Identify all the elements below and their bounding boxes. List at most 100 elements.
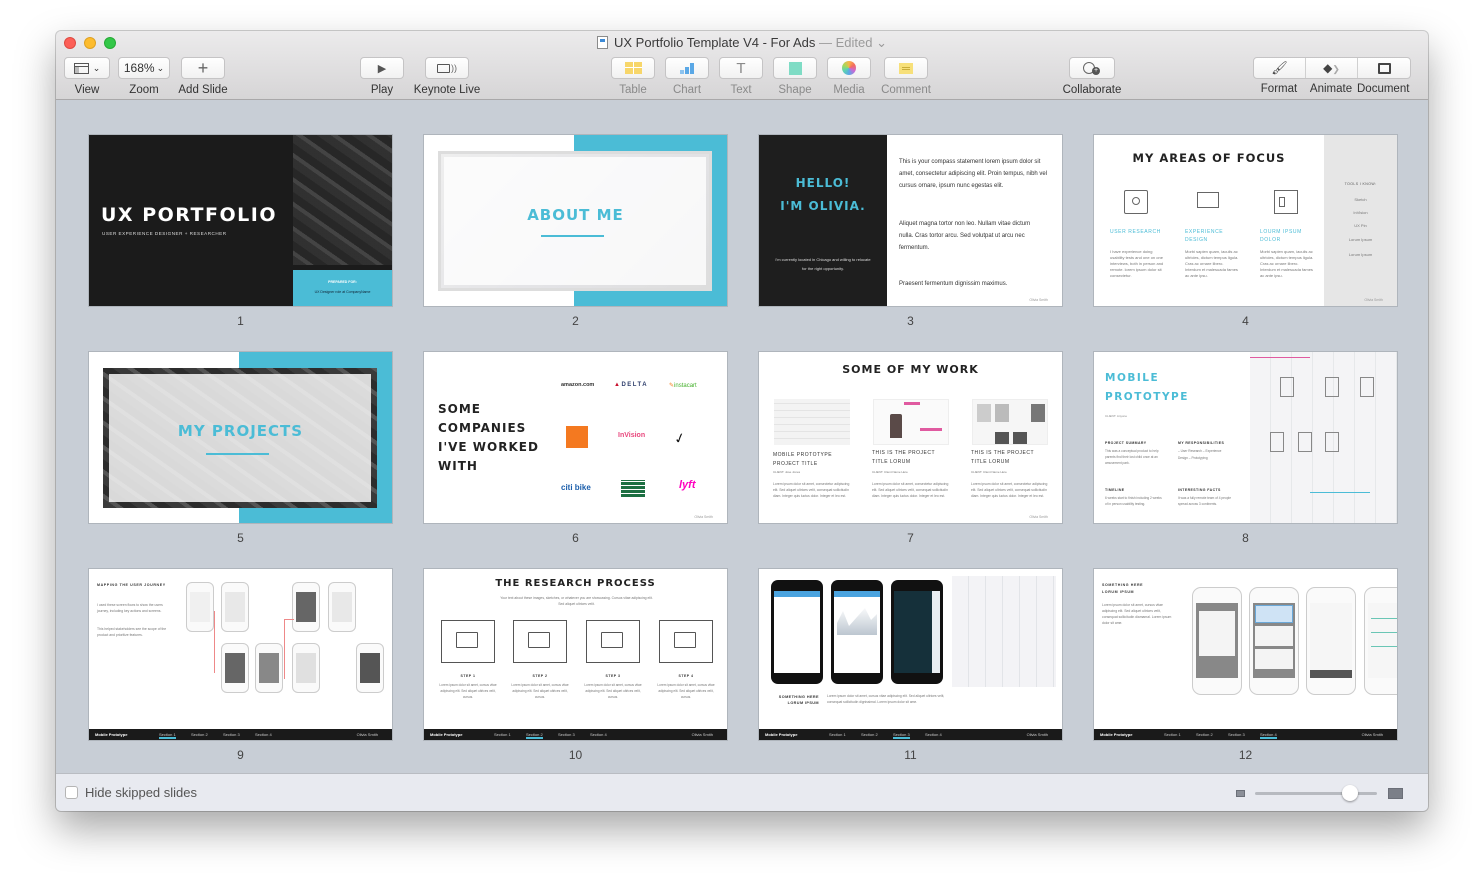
logo-nike: ✓ (671, 428, 688, 448)
slide-thumbnail-3[interactable]: HELLO! I'M OLIVIA. I'm currently located… (759, 135, 1064, 328)
bar-title: Mobile Prototype (95, 732, 128, 737)
table-tool[interactable]: Table (611, 57, 655, 96)
heading-line: LORUM IPSUM (1102, 590, 1135, 594)
add-slide-button[interactable]: + (181, 57, 225, 79)
flow-connector (214, 611, 215, 673)
large-thumbnail-icon[interactable] (1388, 788, 1403, 799)
text-tool[interactable]: T Text (719, 57, 763, 96)
keynote-live-tool[interactable]: )) Keynote Live (412, 57, 482, 96)
slide-9[interactable]: MAPPING THE USER JOURNEY I used these sc… (89, 569, 392, 740)
view-tool[interactable]: ⌄ View (64, 57, 110, 96)
collaborate-tool[interactable]: + Collaborate (1062, 57, 1122, 96)
slide-4[interactable]: MY AREAS OF FOCUS USER RESEARCH EXPERIEN… (1094, 135, 1397, 306)
slide-number: 12 (1238, 748, 1253, 762)
slide-3[interactable]: HELLO! I'M OLIVIA. I'm currently located… (759, 135, 1062, 306)
project-client: CLIENT: Jose Jones (773, 470, 801, 474)
add-slide-tool[interactable]: + Add Slide (178, 57, 228, 96)
slide-6[interactable]: SOME COMPANIES I'VE WORKED WITH amazon.c… (424, 352, 727, 523)
collaborate-button[interactable]: + (1069, 57, 1115, 79)
hide-skipped-label[interactable]: Hide skipped slides (85, 785, 197, 800)
slide-8[interactable]: MOBILE PROTOTYPE CLIENT: Anyone PROJECT … (1094, 352, 1397, 523)
logo-amazon: amazon.com (561, 382, 595, 388)
wireframe-phone (221, 582, 249, 632)
edited-label: — Edited (818, 35, 873, 50)
small-thumbnail-icon[interactable] (1236, 790, 1245, 797)
comment-label: Comment (881, 84, 931, 96)
title-underline (541, 235, 604, 237)
slide-title: MY AREAS OF FOCUS (1132, 151, 1286, 165)
slide-2[interactable]: ABOUT ME (424, 135, 727, 306)
logo-instacart: ✎instacart (669, 383, 697, 389)
heading-line: COMPANIES (438, 421, 527, 435)
slide-thumbnail-11[interactable]: SOMETHING HERE LORUM IPSUM Lorem ipsum d… (759, 569, 1064, 762)
media-tool[interactable]: Media (827, 57, 871, 96)
section-heading: INTERESTING FACTS (1178, 488, 1221, 492)
comment-button[interactable] (884, 57, 928, 79)
view-button[interactable]: ⌄ (64, 57, 110, 79)
tool-item: Lorum Ipsum (1348, 237, 1373, 242)
tool-item: InVision (1353, 210, 1368, 215)
flow-connector (284, 619, 285, 679)
text-button[interactable]: T (719, 57, 763, 79)
step-icon-box (659, 620, 713, 663)
slide-thumbnail-2[interactable]: ABOUT ME 2 (424, 135, 729, 328)
media-button[interactable] (827, 57, 871, 79)
slide-1[interactable]: UX PORTFOLIO USER EXPERIENCE DESIGNER + … (89, 135, 392, 306)
shape-tool[interactable]: Shape (773, 57, 817, 96)
slider-knob[interactable] (1342, 785, 1359, 801)
slide-thumbnail-7[interactable]: SOME OF MY WORK MOBILE PROTOTYPE PROJECT… (759, 352, 1064, 545)
body-paragraph: Lorem ipsum dolor sit amet, cursus vitae… (1102, 603, 1172, 625)
zoom-dropdown[interactable]: 168% ⌄ (118, 57, 170, 79)
slide-thumbnail-8[interactable]: MOBILE PROTOTYPE CLIENT: Anyone PROJECT … (1094, 352, 1399, 545)
step-text: Lorem ipsum dolor sit amet, cursus vitae… (657, 683, 715, 699)
table-label: Table (619, 84, 647, 96)
animate-button[interactable]: ◆❯ (1306, 58, 1358, 78)
area-text: Morbi sapien quam, iaculis ac ultricies,… (1185, 249, 1239, 278)
area-text: Morbi sapien quam, iaculis ac ultricies,… (1260, 249, 1314, 278)
collaborate-label: Collaborate (1062, 84, 1122, 96)
slide-number: 9 (237, 748, 244, 762)
logo-whole-foods (621, 480, 645, 497)
format-label: Format (1260, 83, 1298, 95)
play-button[interactable]: ▶ (360, 57, 404, 79)
document-button[interactable] (1358, 58, 1410, 78)
sticky-note-icon (899, 62, 913, 74)
comment-tool[interactable]: Comment (881, 57, 931, 96)
project-image (873, 399, 949, 445)
slide-12[interactable]: SOMETHING HERE LORUM IPSUM Lorem ipsum d… (1094, 569, 1397, 740)
bar-author: Olivia Smith (691, 732, 713, 737)
play-icon: ▶ (377, 62, 387, 75)
bar-section: Section 2 (191, 732, 208, 737)
format-button[interactable]: 🖌 (1254, 58, 1306, 78)
table-button[interactable] (611, 57, 655, 79)
play-tool[interactable]: ▶ Play (360, 57, 404, 96)
slide-thumbnail-12[interactable]: SOMETHING HERE LORUM IPSUM Lorem ipsum d… (1094, 569, 1399, 762)
animate-label: Animate (1309, 83, 1353, 95)
step-label: STEP 1 (460, 674, 476, 678)
chevron-down-icon: ⌄ (92, 62, 101, 73)
slide-11[interactable]: SOMETHING HERE LORUM IPSUM Lorem ipsum d… (759, 569, 1062, 740)
keynote-live-button[interactable]: )) (425, 57, 469, 79)
thumbnail-size-slider[interactable] (1255, 792, 1377, 795)
step-icon-box (513, 620, 567, 663)
edited-status[interactable]: — Edited ⌄ (819, 35, 887, 50)
slide-thumbnail-10[interactable]: THE RESEARCH PROCESS Your text about the… (424, 569, 729, 762)
slide-thumbnail-6[interactable]: SOME COMPANIES I'VE WORKED WITH amazon.c… (424, 352, 729, 545)
slide-thumbnail-1[interactable]: UX PORTFOLIO USER EXPERIENCE DESIGNER + … (89, 135, 394, 328)
slide-7[interactable]: SOME OF MY WORK MOBILE PROTOTYPE PROJECT… (759, 352, 1062, 523)
slide-thumbnail-5[interactable]: MY PROJECTS 5 (89, 352, 394, 545)
hide-skipped-checkbox[interactable] (65, 786, 78, 799)
add-person-icon: + (1083, 61, 1101, 75)
chart-button[interactable] (665, 57, 709, 79)
slide-thumbnail-4[interactable]: MY AREAS OF FOCUS USER RESEARCH EXPERIEN… (1094, 135, 1399, 328)
slide-5[interactable]: MY PROJECTS (89, 352, 392, 523)
zoom-tool[interactable]: 168% ⌄ Zoom (118, 57, 170, 96)
shape-button[interactable] (773, 57, 817, 79)
logo-home-depot (566, 426, 588, 448)
slide-10[interactable]: THE RESEARCH PROCESS Your text about the… (424, 569, 727, 740)
tools-panel (1324, 135, 1397, 306)
keynote-document-icon (597, 36, 608, 49)
slide-thumbnail-9[interactable]: MAPPING THE USER JOURNEY I used these sc… (89, 569, 394, 762)
heading-line: SOMETHING HERE (1102, 583, 1144, 587)
chart-tool[interactable]: Chart (665, 57, 709, 96)
